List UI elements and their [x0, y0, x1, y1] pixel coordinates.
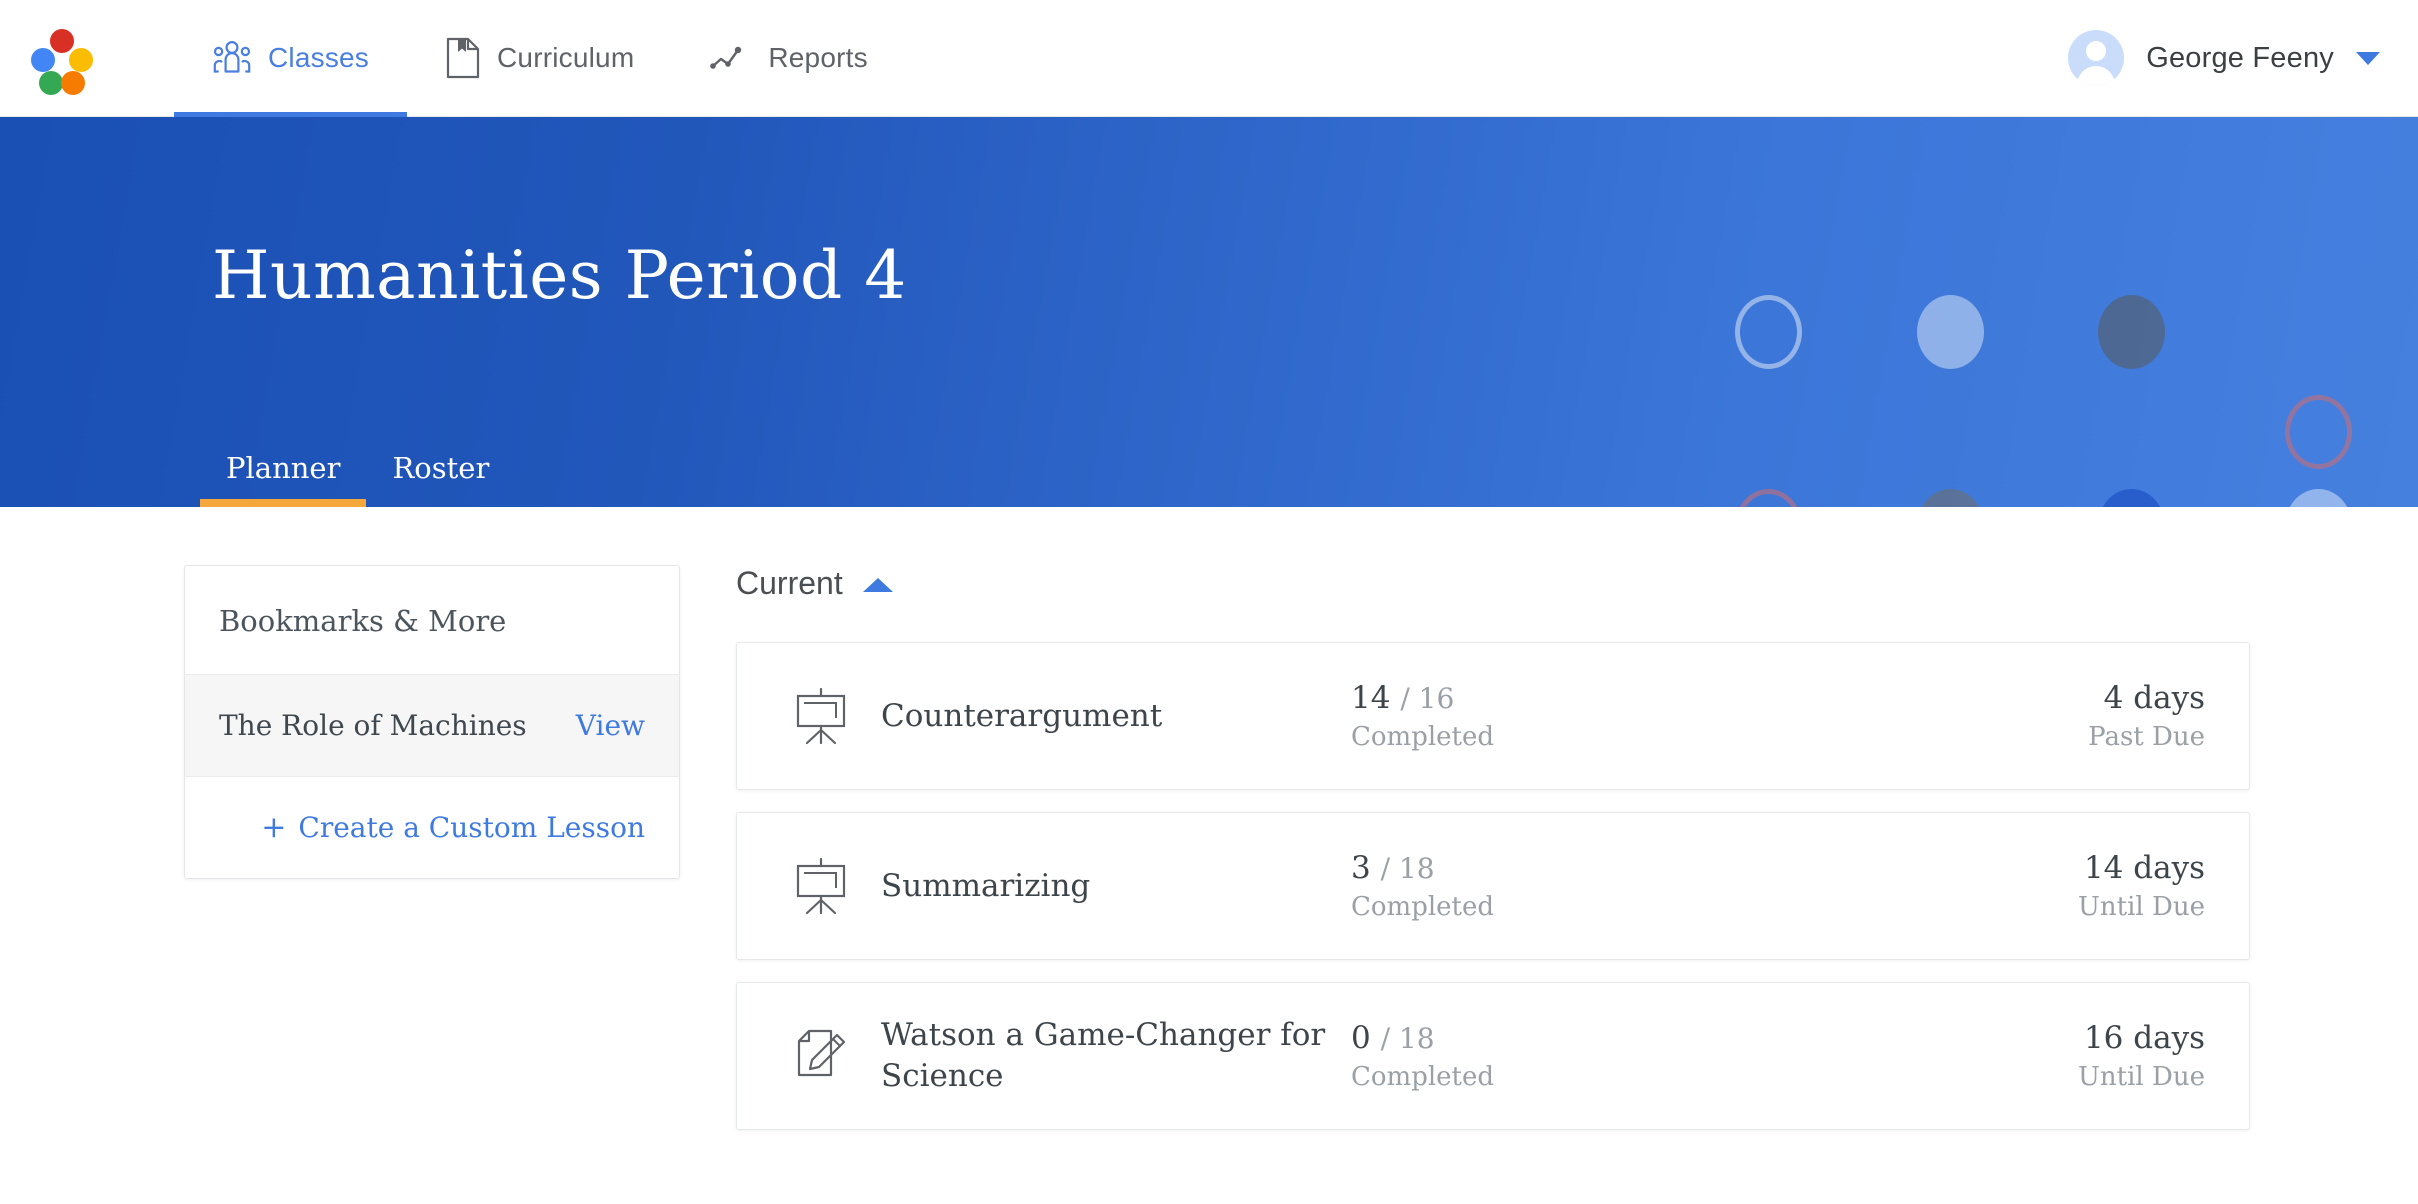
nav-item-curriculum[interactable]: Curriculum	[407, 0, 672, 117]
nav-label-reports: Reports	[768, 42, 867, 74]
caret-up-icon[interactable]	[863, 578, 893, 592]
assignment-card[interactable]: Summarizing 3 / 18 Completed 14 days Unt…	[736, 812, 2250, 960]
assignment-due-value: 4 days	[2088, 680, 2205, 716]
logo-dot-red	[50, 29, 74, 53]
assignment-card[interactable]: Watson a Game-Changer for Science 0 / 18…	[736, 982, 2250, 1130]
assignment-due-label: Until Due	[2078, 892, 2205, 922]
logo-dot-green	[39, 71, 63, 95]
lesson-title: The Role of Machines	[219, 709, 527, 742]
people-group-icon	[212, 39, 252, 77]
create-custom-lesson-button[interactable]: + Create a Custom Lesson	[185, 777, 679, 878]
chevron-down-icon[interactable]	[2356, 52, 2380, 65]
nav-item-reports[interactable]: Reports	[672, 0, 905, 117]
assignment-progress: 14 / 16 Completed	[1351, 680, 1771, 752]
assignment-progress: 0 / 18 Completed	[1351, 1020, 1771, 1092]
nav-label-classes: Classes	[268, 42, 369, 74]
assignment-total-count: / 16	[1400, 682, 1454, 715]
tab-roster[interactable]: Roster	[366, 451, 515, 507]
presentation-board-icon	[793, 857, 855, 915]
bookmarked-document-icon	[445, 37, 481, 79]
document-pencil-icon	[793, 1027, 855, 1085]
line-chart-icon	[710, 41, 752, 75]
assignment-due: 14 days Until Due	[2078, 850, 2205, 922]
current-section-header[interactable]: Current	[736, 565, 893, 602]
hero-tab-list: Planner Roster	[200, 451, 515, 507]
tab-planner-label: Planner	[226, 451, 340, 485]
assignment-due-label: Past Due	[2088, 722, 2205, 752]
assignment-progress-label: Completed	[1351, 1062, 1771, 1092]
tab-planner[interactable]: Planner	[200, 451, 366, 507]
main-content: Bookmarks & More The Role of Machines Vi…	[0, 507, 2418, 1152]
user-name-label: George Feeny	[2146, 42, 2334, 75]
list-item[interactable]: The Role of Machines View	[185, 675, 679, 777]
page-title: Humanities Period 4	[212, 237, 907, 314]
class-hero-banner: Humanities Period 4 Planner Roster	[0, 117, 2418, 507]
assignment-due: 4 days Past Due	[2088, 680, 2205, 752]
assignment-completed-count: 14	[1351, 680, 1390, 716]
assignment-completed-count: 0	[1351, 1020, 1371, 1056]
assignment-due: 16 days Until Due	[2078, 1020, 2205, 1092]
assignment-due-value: 16 days	[2078, 1020, 2205, 1056]
presentation-board-icon	[793, 687, 855, 745]
assignment-title: Watson a Game-Changer for Science	[881, 1015, 1351, 1097]
plus-icon: +	[261, 813, 286, 843]
user-avatar-icon	[2068, 30, 2124, 86]
assignment-total-count: / 18	[1381, 852, 1435, 885]
logo-dot-orange	[61, 71, 85, 95]
assignment-card[interactable]: Counterargument 14 / 16 Completed 4 days…	[736, 642, 2250, 790]
assignment-total-count: / 18	[1381, 1022, 1435, 1055]
deco-circle-solid-gray-2	[1917, 489, 1984, 507]
assignment-title: Counterargument	[881, 696, 1351, 737]
sidebar-column: Bookmarks & More The Role of Machines Vi…	[0, 565, 680, 1152]
user-menu[interactable]: George Feeny	[2068, 30, 2380, 86]
assignment-title: Summarizing	[881, 866, 1351, 907]
tab-roster-label: Roster	[392, 451, 489, 485]
logo-dot-yellow	[69, 48, 93, 72]
assignment-completed-count: 3	[1351, 850, 1371, 886]
assignment-due-value: 14 days	[2078, 850, 2205, 886]
assignments-column: Current Counterargument 14 / 16 Complete…	[680, 565, 2418, 1152]
assignment-due-label: Until Due	[2078, 1062, 2205, 1092]
deco-circle-solid-darkblue	[2098, 489, 2165, 507]
assignment-progress-label: Completed	[1351, 892, 1771, 922]
google-for-education-logo[interactable]	[26, 26, 90, 90]
nav-label-curriculum: Curriculum	[497, 42, 634, 74]
section-title: Current	[736, 565, 843, 602]
logo-dot-blue	[31, 48, 55, 72]
deco-circle-solid-gray	[2098, 295, 2165, 369]
deco-circle-solid-light-2	[2285, 489, 2352, 507]
deco-circle-outline-rose	[2285, 395, 2352, 469]
assignment-progress-label: Completed	[1351, 722, 1771, 752]
top-navigation-bar: Classes Curriculum Report	[0, 0, 2418, 117]
bookmarks-card: Bookmarks & More The Role of Machines Vi…	[184, 565, 680, 879]
bookmarks-card-header: Bookmarks & More	[185, 566, 679, 675]
nav-item-classes[interactable]: Classes	[174, 0, 407, 117]
assignment-progress: 3 / 18 Completed	[1351, 850, 1771, 922]
view-lesson-link[interactable]: View	[576, 709, 645, 742]
deco-circle-solid-light	[1917, 295, 1984, 369]
create-custom-lesson-label: Create a Custom Lesson	[298, 811, 645, 844]
deco-circle-outline-light	[1735, 295, 1802, 369]
deco-circle-outline-rose-2	[1735, 489, 1802, 507]
primary-nav-items: Classes Curriculum Report	[174, 0, 906, 117]
